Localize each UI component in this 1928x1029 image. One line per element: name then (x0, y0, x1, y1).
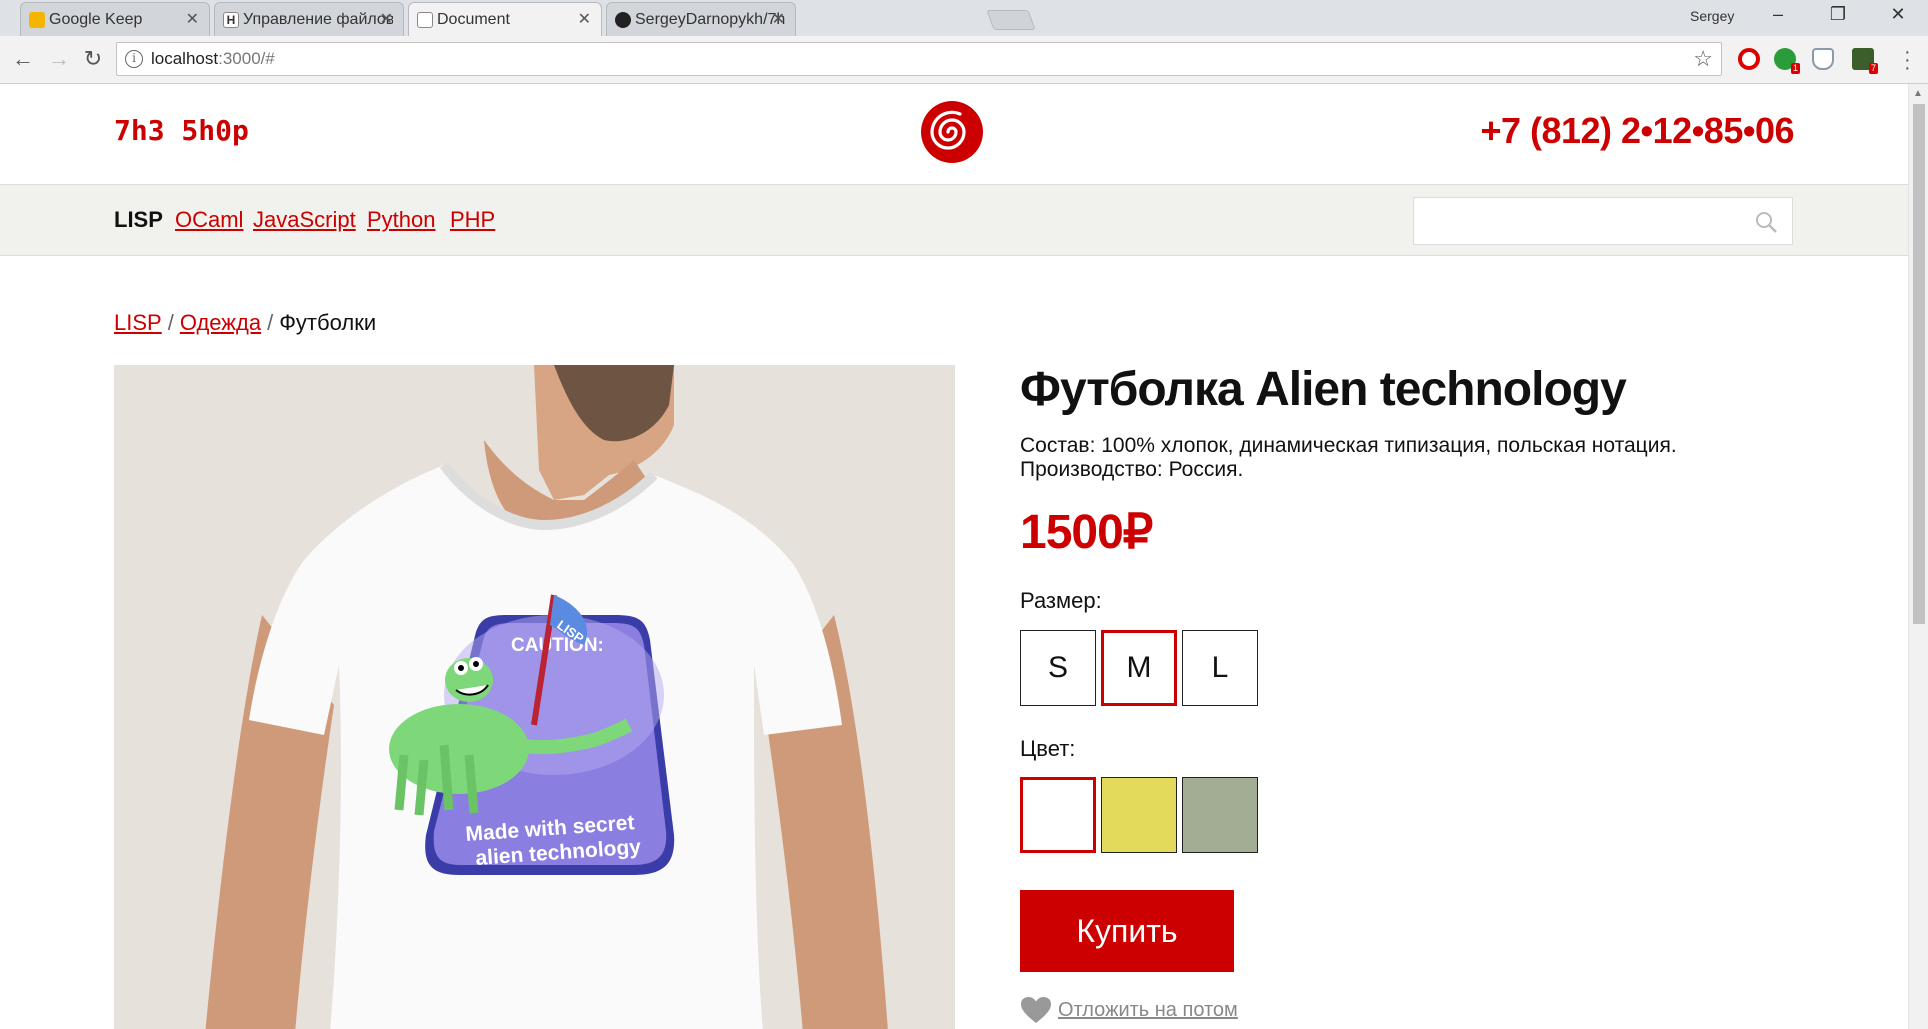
page-scrollbar[interactable]: ▲ (1908, 84, 1928, 1029)
product-composition: Состав: 100% хлопок, динамическая типиза… (1020, 434, 1677, 481)
web-page: 7h3 5h0p +7 (812) 2•12•85•06 LISP OCaml … (0, 84, 1908, 1029)
opera-icon[interactable] (1738, 48, 1760, 70)
category-php[interactable]: PHP (450, 207, 495, 233)
tab-github[interactable]: SergeyDarnopykh/7h3_5h0p ✕ (606, 2, 796, 36)
breadcrumb-lisp[interactable]: LISP (114, 310, 162, 335)
tab-file-system[interactable]: H Управление файловой системой ✕ (214, 2, 404, 36)
search-icon[interactable] (1754, 210, 1778, 234)
address-bar[interactable]: i localhost:3000/# ☆ (116, 42, 1722, 76)
buy-button[interactable]: Купить (1020, 890, 1234, 972)
new-tab-button[interactable] (986, 10, 1036, 30)
scrollbar-thumb[interactable] (1913, 104, 1925, 624)
breadcrumb: LISP / Одежда / Футболки (114, 310, 376, 336)
restore-icon[interactable]: ❐ (1818, 4, 1858, 25)
close-icon[interactable]: ✕ (186, 9, 199, 29)
tab-google-keep[interactable]: Google Keep ✕ (20, 2, 210, 36)
category-javascript[interactable]: JavaScript (253, 207, 356, 233)
tab-title: SergeyDarnopykh/7h3_5h0p (635, 10, 785, 28)
page-icon (417, 12, 433, 28)
close-window-icon[interactable]: ✕ (1878, 4, 1918, 25)
bookmark-star-icon[interactable]: ☆ (1693, 46, 1713, 72)
category-python[interactable]: Python (367, 207, 436, 233)
github-icon (615, 12, 631, 28)
category-nav: LISP OCaml JavaScript Python PHP (0, 184, 1908, 256)
heart-icon[interactable] (1020, 996, 1052, 1024)
breadcrumb-separator: / (167, 310, 174, 335)
site-logo-text[interactable]: 7h3 5h0p (114, 114, 249, 147)
category-lisp[interactable]: LISP (114, 207, 163, 233)
extension-icon[interactable]: 1 (1774, 48, 1800, 74)
color-label: Цвет: (1020, 736, 1076, 761)
phone-number[interactable]: +7 (812) 2•12•85•06 (1480, 110, 1794, 152)
reload-icon[interactable]: ↻ (80, 46, 106, 72)
size-option-m[interactable]: M (1101, 630, 1177, 706)
forward-icon[interactable]: → (46, 46, 72, 72)
tab-title: Google Keep (49, 10, 143, 28)
product-photo: CAUTION: LISP Made with secret alien tec… (114, 365, 955, 1029)
breadcrumb-current: Футболки (279, 310, 377, 335)
extension-icon[interactable]: 7 (1852, 48, 1878, 74)
close-icon[interactable]: ✕ (578, 9, 591, 29)
shield-icon[interactable] (1812, 48, 1834, 70)
category-ocaml[interactable]: OCaml (175, 207, 243, 233)
breadcrumb-separator: / (267, 310, 274, 335)
spiral-logo-icon[interactable] (920, 100, 984, 164)
search-input[interactable] (1414, 198, 1792, 244)
size-option-s[interactable]: S (1020, 630, 1096, 706)
back-icon[interactable]: ← (10, 46, 36, 72)
color-swatch-yellow[interactable] (1101, 777, 1177, 853)
close-icon[interactable]: ✕ (380, 9, 393, 29)
size-label: Размер: (1020, 588, 1102, 613)
site-header: 7h3 5h0p +7 (812) 2•12•85•06 (0, 84, 1908, 184)
tshirt-model-image: CAUTION: LISP Made with secret alien tec… (114, 365, 955, 1029)
print-caution-text: CAUTION: (511, 635, 604, 656)
minimize-icon[interactable]: – (1758, 4, 1798, 25)
save-for-later-link[interactable]: Отложить на потом (1020, 996, 1238, 1024)
tab-title: Управление файловой системой (243, 10, 393, 28)
info-icon[interactable]: i (125, 50, 143, 68)
habr-icon: H (223, 12, 239, 28)
tab-title: Document (437, 10, 510, 28)
product-title: Футболка Alien technology (1020, 363, 1627, 416)
scroll-up-arrow-icon[interactable]: ▲ (1913, 88, 1923, 99)
menu-icon[interactable]: · · · (1904, 42, 1912, 78)
browser-toolbar: ← → ↻ i localhost:3000/# ☆ 1 7 · · · (0, 36, 1928, 84)
close-icon[interactable]: ✕ (772, 9, 785, 29)
breadcrumb-clothes[interactable]: Одежда (180, 310, 261, 335)
size-option-l[interactable]: L (1182, 630, 1258, 706)
color-swatch-olive[interactable] (1182, 777, 1258, 853)
profile-name[interactable]: Sergey (1690, 8, 1734, 24)
product-price: 1500₽ (1020, 506, 1153, 559)
keep-icon (29, 12, 45, 28)
save-for-later-label[interactable]: Отложить на потом (1058, 999, 1238, 1022)
browser-tabbar: Google Keep ✕ H Управление файловой сист… (0, 0, 1928, 36)
url-text[interactable]: localhost:3000/# (151, 49, 275, 69)
color-swatch-white[interactable] (1020, 777, 1096, 853)
tab-document[interactable]: Document ✕ (408, 2, 602, 36)
search-box (1413, 197, 1793, 245)
